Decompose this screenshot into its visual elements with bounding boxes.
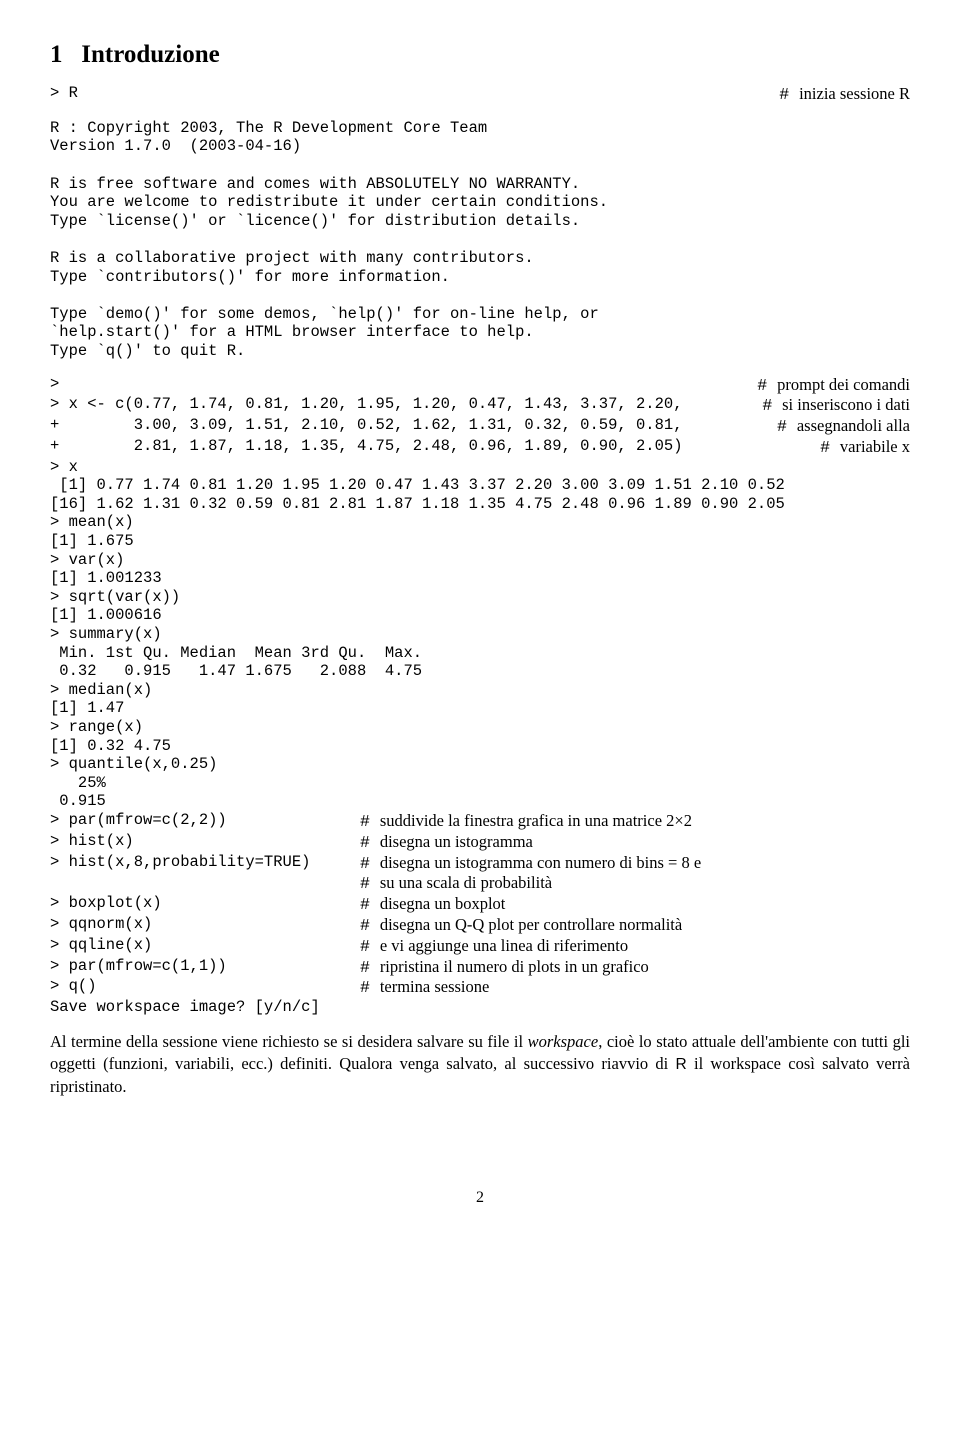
code: + 3.00, 3.09, 1.51, 2.10, 0.52, 1.62, 1.…	[50, 416, 683, 437]
code: + 2.81, 1.87, 1.18, 1.35, 4.75, 2.48, 0.…	[50, 437, 683, 458]
comment: disegna un boxplot	[360, 894, 505, 915]
save-prompt: Save workspace image? [y/n/c]	[50, 998, 910, 1017]
code-line: + 3.00, 3.09, 1.51, 2.10, 0.52, 1.62, 1.…	[50, 416, 910, 437]
comment: disegna un istogramma con numero di bins…	[360, 853, 701, 874]
comment: suddivide la finestra grafica in una mat…	[360, 811, 692, 832]
code: >	[50, 375, 59, 396]
code: > par(mfrow=c(1,1))	[50, 957, 360, 978]
r-name: R	[676, 1056, 687, 1073]
code	[50, 873, 360, 894]
code-line: > qqnorm(x)disegna un Q-Q plot per contr…	[50, 915, 910, 936]
code-block-assign: > prompt dei comandi > x <- c(0.77, 1.74, …	[50, 375, 910, 458]
code-line: > q()termina sessione	[50, 977, 910, 998]
code-line: > qqline(x)e vi aggiunge una linea di ri…	[50, 936, 910, 957]
code-line-start: > R inizia sessione R	[50, 84, 910, 105]
comment: disegna un istogramma	[360, 832, 533, 853]
italic-workspace: workspace	[528, 1032, 599, 1051]
comment: su una scala di probabilità	[360, 873, 552, 894]
code-line: > boxplot(x)disegna un boxplot	[50, 894, 910, 915]
section-number: 1	[50, 41, 63, 68]
code-line: > par(mfrow=c(2,2))suddivide la finestra…	[50, 811, 910, 832]
comment: prompt dei comandi	[757, 375, 910, 396]
comment: termina sessione	[360, 977, 489, 998]
code: > boxplot(x)	[50, 894, 360, 915]
code-line: > prompt dei comandi	[50, 375, 910, 396]
code-line: su una scala di probabilità	[50, 873, 910, 894]
code: > qqline(x)	[50, 936, 360, 957]
code: > x <- c(0.77, 1.74, 0.81, 1.20, 1.95, 1…	[50, 395, 683, 416]
code-line: + 2.81, 1.87, 1.18, 1.35, 4.75, 2.48, 0.…	[50, 437, 910, 458]
paragraph: Al termine della sessione viene richiest…	[50, 1031, 910, 1098]
code: > qqnorm(x)	[50, 915, 360, 936]
code: > par(mfrow=c(2,2))	[50, 811, 360, 832]
comment: e vi aggiunge una linea di riferimento	[360, 936, 628, 957]
comment: si inseriscono i dati	[762, 395, 910, 416]
code: > R	[50, 84, 78, 105]
code-line: > x <- c(0.77, 1.74, 0.81, 1.20, 1.95, 1…	[50, 395, 910, 416]
comment: ripristina il numero di plots in un graf…	[360, 957, 649, 978]
section-title: Introduzione	[81, 41, 219, 68]
code-line: > hist(x,8,probability=TRUE)disegna un i…	[50, 853, 910, 874]
code-line: > hist(x)disegna un istogramma	[50, 832, 910, 853]
comment: variabile x	[820, 437, 910, 458]
text: Al termine della sessione viene richiest…	[50, 1032, 528, 1051]
section-heading: 1 Introduzione	[50, 40, 910, 70]
code: > hist(x,8,probability=TRUE)	[50, 853, 360, 874]
page-number: 2	[50, 1188, 910, 1207]
comment: inizia sessione R	[779, 84, 910, 105]
code-line: > par(mfrow=c(1,1))ripristina il numero …	[50, 957, 910, 978]
comment: assegnandoli alla	[777, 416, 910, 437]
code: > hist(x)	[50, 832, 360, 853]
comment: disegna un Q-Q plot per controllare norm…	[360, 915, 682, 936]
code-block-plots: > par(mfrow=c(2,2))suddivide la finestra…	[50, 811, 910, 998]
r-output: > x [1] 0.77 1.74 0.81 1.20 1.95 1.20 0.…	[50, 458, 910, 811]
code: > q()	[50, 977, 360, 998]
r-banner: R : Copyright 2003, The R Development Co…	[50, 119, 910, 361]
